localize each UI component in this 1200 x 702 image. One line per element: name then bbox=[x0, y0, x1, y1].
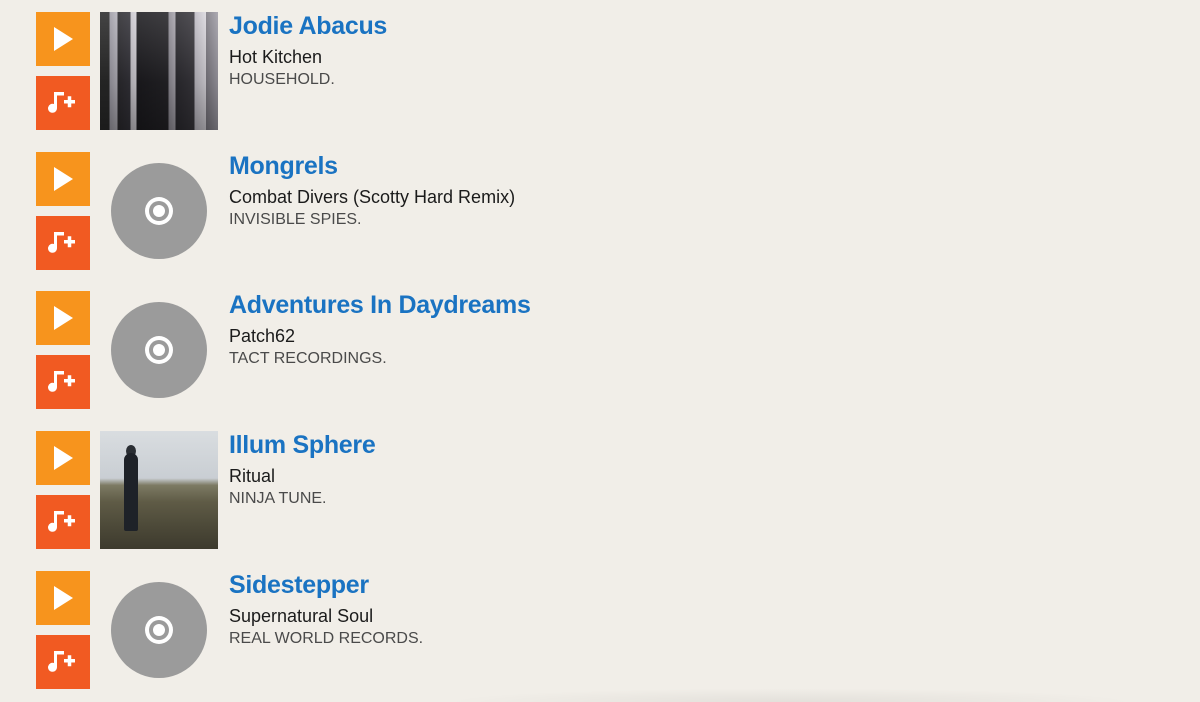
figure-body bbox=[124, 453, 138, 531]
add-to-playlist-button[interactable] bbox=[36, 355, 90, 409]
add-to-playlist-button[interactable] bbox=[36, 216, 90, 270]
album-artwork[interactable] bbox=[100, 12, 218, 130]
play-icon bbox=[54, 167, 73, 191]
track-title: Ritual bbox=[229, 466, 276, 486]
track-title: Combat Divers (Scotty Hard Remix) bbox=[229, 187, 516, 207]
album-artwork[interactable] bbox=[100, 152, 218, 270]
track-title: Supernatural Soul bbox=[229, 606, 374, 626]
artist-link[interactable]: Illum Sphere bbox=[229, 431, 376, 460]
track-item: Sidestepper Supernatural Soul REAL WORLD… bbox=[0, 571, 1200, 701]
track-title: Hot Kitchen bbox=[229, 47, 323, 67]
bottom-shadow bbox=[440, 688, 1140, 702]
record-label: HOUSEHOLD. bbox=[229, 71, 335, 88]
disc-placeholder-icon bbox=[111, 302, 207, 398]
album-artwork[interactable] bbox=[100, 291, 218, 409]
play-button[interactable] bbox=[36, 431, 90, 485]
add-to-playlist-button[interactable] bbox=[36, 76, 90, 130]
play-button[interactable] bbox=[36, 152, 90, 206]
artist-link[interactable]: Adventures In Daydreams bbox=[229, 291, 531, 320]
track-title: Patch62 bbox=[229, 326, 296, 346]
artist-link[interactable]: Mongrels bbox=[229, 152, 338, 181]
add-to-playlist-icon bbox=[48, 511, 75, 532]
play-button[interactable] bbox=[36, 571, 90, 625]
track-item: Illum Sphere Ritual NINJA TUNE. bbox=[0, 431, 1200, 561]
play-button[interactable] bbox=[36, 12, 90, 66]
disc-placeholder-icon bbox=[111, 163, 207, 259]
play-icon bbox=[54, 586, 73, 610]
play-icon bbox=[54, 27, 73, 51]
play-icon bbox=[54, 446, 73, 470]
add-to-playlist-icon bbox=[48, 651, 75, 672]
album-artwork[interactable] bbox=[100, 431, 218, 549]
track-item: Mongrels Combat Divers (Scotty Hard Remi… bbox=[0, 152, 1200, 282]
record-label: NINJA TUNE. bbox=[229, 490, 327, 507]
artist-link[interactable]: Jodie Abacus bbox=[229, 12, 387, 41]
add-to-playlist-button[interactable] bbox=[36, 635, 90, 689]
record-label: INVISIBLE SPIES. bbox=[229, 211, 362, 228]
play-icon bbox=[54, 306, 73, 330]
album-artwork[interactable] bbox=[100, 571, 218, 689]
add-to-playlist-icon bbox=[48, 371, 75, 392]
disc-placeholder-icon bbox=[111, 582, 207, 678]
add-to-playlist-button[interactable] bbox=[36, 495, 90, 549]
add-to-playlist-icon bbox=[48, 92, 75, 113]
add-to-playlist-icon bbox=[48, 232, 75, 253]
artist-link[interactable]: Sidestepper bbox=[229, 571, 369, 600]
record-label: REAL WORLD RECORDS. bbox=[229, 630, 424, 647]
track-item: Jodie Abacus Hot Kitchen HOUSEHOLD. bbox=[0, 12, 1200, 142]
record-label: TACT RECORDINGS. bbox=[229, 350, 387, 367]
track-item: Adventures In Daydreams Patch62 TACT REC… bbox=[0, 291, 1200, 421]
play-button[interactable] bbox=[36, 291, 90, 345]
